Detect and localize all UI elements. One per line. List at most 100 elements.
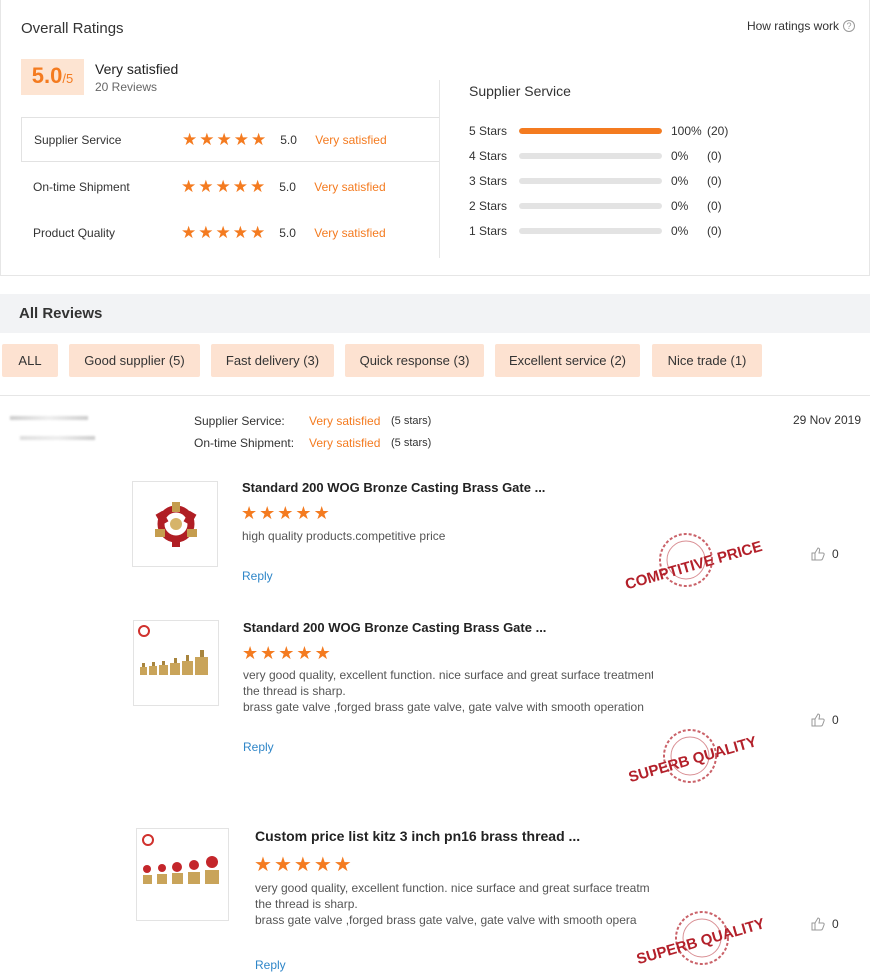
- meta-value: Very satisfied: [309, 436, 381, 450]
- star-icon: ★: [181, 176, 197, 196]
- like-button[interactable]: 0: [810, 546, 839, 562]
- review-text-line: the thread is sharp.: [243, 684, 346, 698]
- category-label: Supplier Service: [34, 132, 122, 147]
- divider: [439, 80, 440, 258]
- star-icon: ★: [215, 176, 231, 196]
- distribution-row: 2 Stars 0% (0): [469, 198, 769, 214]
- reply-link[interactable]: Reply: [242, 569, 273, 583]
- filter-chip-excellent-service[interactable]: Excellent service (2): [495, 344, 640, 377]
- star-icon: ★: [314, 643, 331, 663]
- reviewer-country-redacted: [20, 436, 95, 440]
- valve-wheel-image: [155, 502, 197, 547]
- distribution-label: 2 Stars: [469, 199, 508, 213]
- star-icon: ★: [232, 176, 248, 196]
- distribution-row: 3 Stars 0% (0): [469, 173, 769, 189]
- distribution-bar: [519, 178, 662, 184]
- how-ratings-work-link[interactable]: How ratings work ?: [747, 19, 855, 33]
- star-icon: ★: [182, 129, 198, 149]
- review-text: very good quality, excellent function. n…: [255, 880, 650, 928]
- stamp-text: SUPERB QUALITY: [635, 915, 767, 968]
- item-rating-stars: ★ ★ ★ ★ ★: [242, 643, 331, 664]
- filter-chip-all[interactable]: ALL: [2, 344, 58, 377]
- distribution-bar: [519, 228, 662, 234]
- stamp-text: SUPERB QUALITY: [627, 733, 759, 786]
- review-text: very good quality, excellent function. n…: [243, 667, 653, 715]
- like-button[interactable]: 0: [810, 712, 839, 728]
- review-text-line: high quality products.competitive price: [242, 529, 446, 543]
- distribution-bar: [519, 203, 662, 209]
- distribution-percent: 0%: [671, 199, 689, 213]
- filter-chip-nice-trade[interactable]: Nice trade (1): [652, 344, 762, 377]
- how-ratings-work-label: How ratings work: [746, 19, 839, 33]
- like-count: 0: [832, 547, 839, 561]
- distribution-percent: 0%: [671, 174, 689, 188]
- review-text-line: the thread is sharp.: [255, 897, 358, 911]
- star-icon: ★: [241, 503, 258, 523]
- overall-ratings-title: Overall Ratings: [21, 20, 124, 37]
- product-thumbnail[interactable]: [133, 620, 219, 706]
- star-icon: ★: [233, 129, 249, 149]
- category-score: 5.0: [280, 132, 297, 147]
- review-text: high quality products.competitive price: [242, 528, 652, 544]
- filter-chip-good-supplier[interactable]: Good supplier (5): [69, 344, 200, 377]
- distribution-count: (20): [707, 124, 729, 138]
- item-rating-stars: ★ ★ ★ ★ ★: [254, 852, 352, 877]
- distribution-bar-fill: [519, 128, 662, 134]
- thumbs-up-icon: [811, 713, 825, 727]
- category-row-on-time-shipment[interactable]: On-time Shipment ★ ★ ★ ★ ★ 5.0 Very satisfie…: [21, 164, 439, 209]
- distribution-label: 3 Stars: [469, 174, 508, 188]
- distribution-count: (0): [707, 174, 722, 188]
- thumbs-up-icon: [811, 547, 825, 561]
- item-rating-stars: ★ ★ ★ ★ ★: [241, 503, 330, 524]
- distribution-bar: [519, 128, 662, 134]
- star-icon: ★: [250, 222, 266, 242]
- reply-link[interactable]: Reply: [255, 958, 286, 972]
- valve-row-image: [138, 625, 208, 675]
- meta-stars: (5 stars): [391, 437, 432, 449]
- comptitive-price-stamp: COMPTITIVE PRICE: [623, 533, 764, 593]
- star-icon: ★: [242, 643, 259, 663]
- category-satisfaction: Very satisfied: [315, 132, 387, 147]
- star-icon: ★: [278, 643, 295, 663]
- product-title-link[interactable]: Custom price list kitz 3 inch pn16 brass…: [255, 828, 580, 844]
- distribution-label: 4 Stars: [469, 149, 508, 163]
- distribution-title: Supplier Service: [469, 83, 571, 99]
- overall-score-badge: 5.0 /5: [21, 59, 84, 95]
- category-stars: ★ ★ ★ ★ ★: [181, 177, 265, 197]
- star-icon: ★: [293, 854, 312, 876]
- category-stars: ★ ★ ★ ★ ★: [182, 130, 266, 150]
- category-satisfaction: Very satisfied: [314, 225, 386, 240]
- distribution-label: 1 Stars: [469, 224, 508, 238]
- reviewer-name-redacted: [10, 416, 88, 420]
- distribution-percent: 0%: [671, 224, 689, 238]
- like-button[interactable]: 0: [810, 916, 839, 932]
- review-text-line: very good quality, excellent function. n…: [243, 668, 653, 682]
- star-icon: ★: [250, 176, 266, 196]
- star-icon: ★: [198, 222, 214, 242]
- review-meta-row: Supplier Service: Very satisfied (5 star…: [194, 414, 431, 428]
- review-text-line: brass gate valve ,forged brass gate valv…: [255, 913, 637, 927]
- valve-row-image: [142, 834, 219, 884]
- product-title-link[interactable]: Standard 200 WOG Bronze Casting Brass Ga…: [243, 620, 546, 635]
- thumbs-up-icon: [811, 917, 825, 931]
- star-icon: ★: [273, 854, 292, 876]
- distribution-count: (0): [707, 149, 722, 163]
- star-icon: ★: [296, 643, 313, 663]
- star-icon: ★: [216, 129, 232, 149]
- distribution-row: 5 Stars 100% (20): [469, 123, 769, 139]
- category-label: On-time Shipment: [33, 179, 130, 194]
- filter-chip-quick-response[interactable]: Quick response (3): [345, 344, 484, 377]
- filter-chip-fast-delivery[interactable]: Fast delivery (3): [211, 344, 334, 377]
- reply-link[interactable]: Reply: [243, 740, 274, 754]
- star-icon: ★: [232, 222, 248, 242]
- product-title-link[interactable]: Standard 200 WOG Bronze Casting Brass Ga…: [242, 480, 545, 495]
- category-label: Product Quality: [33, 225, 116, 240]
- category-row-product-quality[interactable]: Product Quality ★ ★ ★ ★ ★ 5.0 Very satisfied: [21, 210, 439, 255]
- superb-quality-stamp: SUPERB QUALITY: [635, 911, 767, 968]
- product-thumbnail[interactable]: [136, 828, 229, 921]
- all-reviews-header: All Reviews: [0, 294, 870, 333]
- product-thumbnail[interactable]: [132, 481, 218, 567]
- category-row-supplier-service[interactable]: Supplier Service ★ ★ ★ ★ ★ 5.0 Very satisfie…: [21, 117, 439, 162]
- meta-value: Very satisfied: [309, 414, 381, 428]
- meta-stars: (5 stars): [391, 415, 432, 427]
